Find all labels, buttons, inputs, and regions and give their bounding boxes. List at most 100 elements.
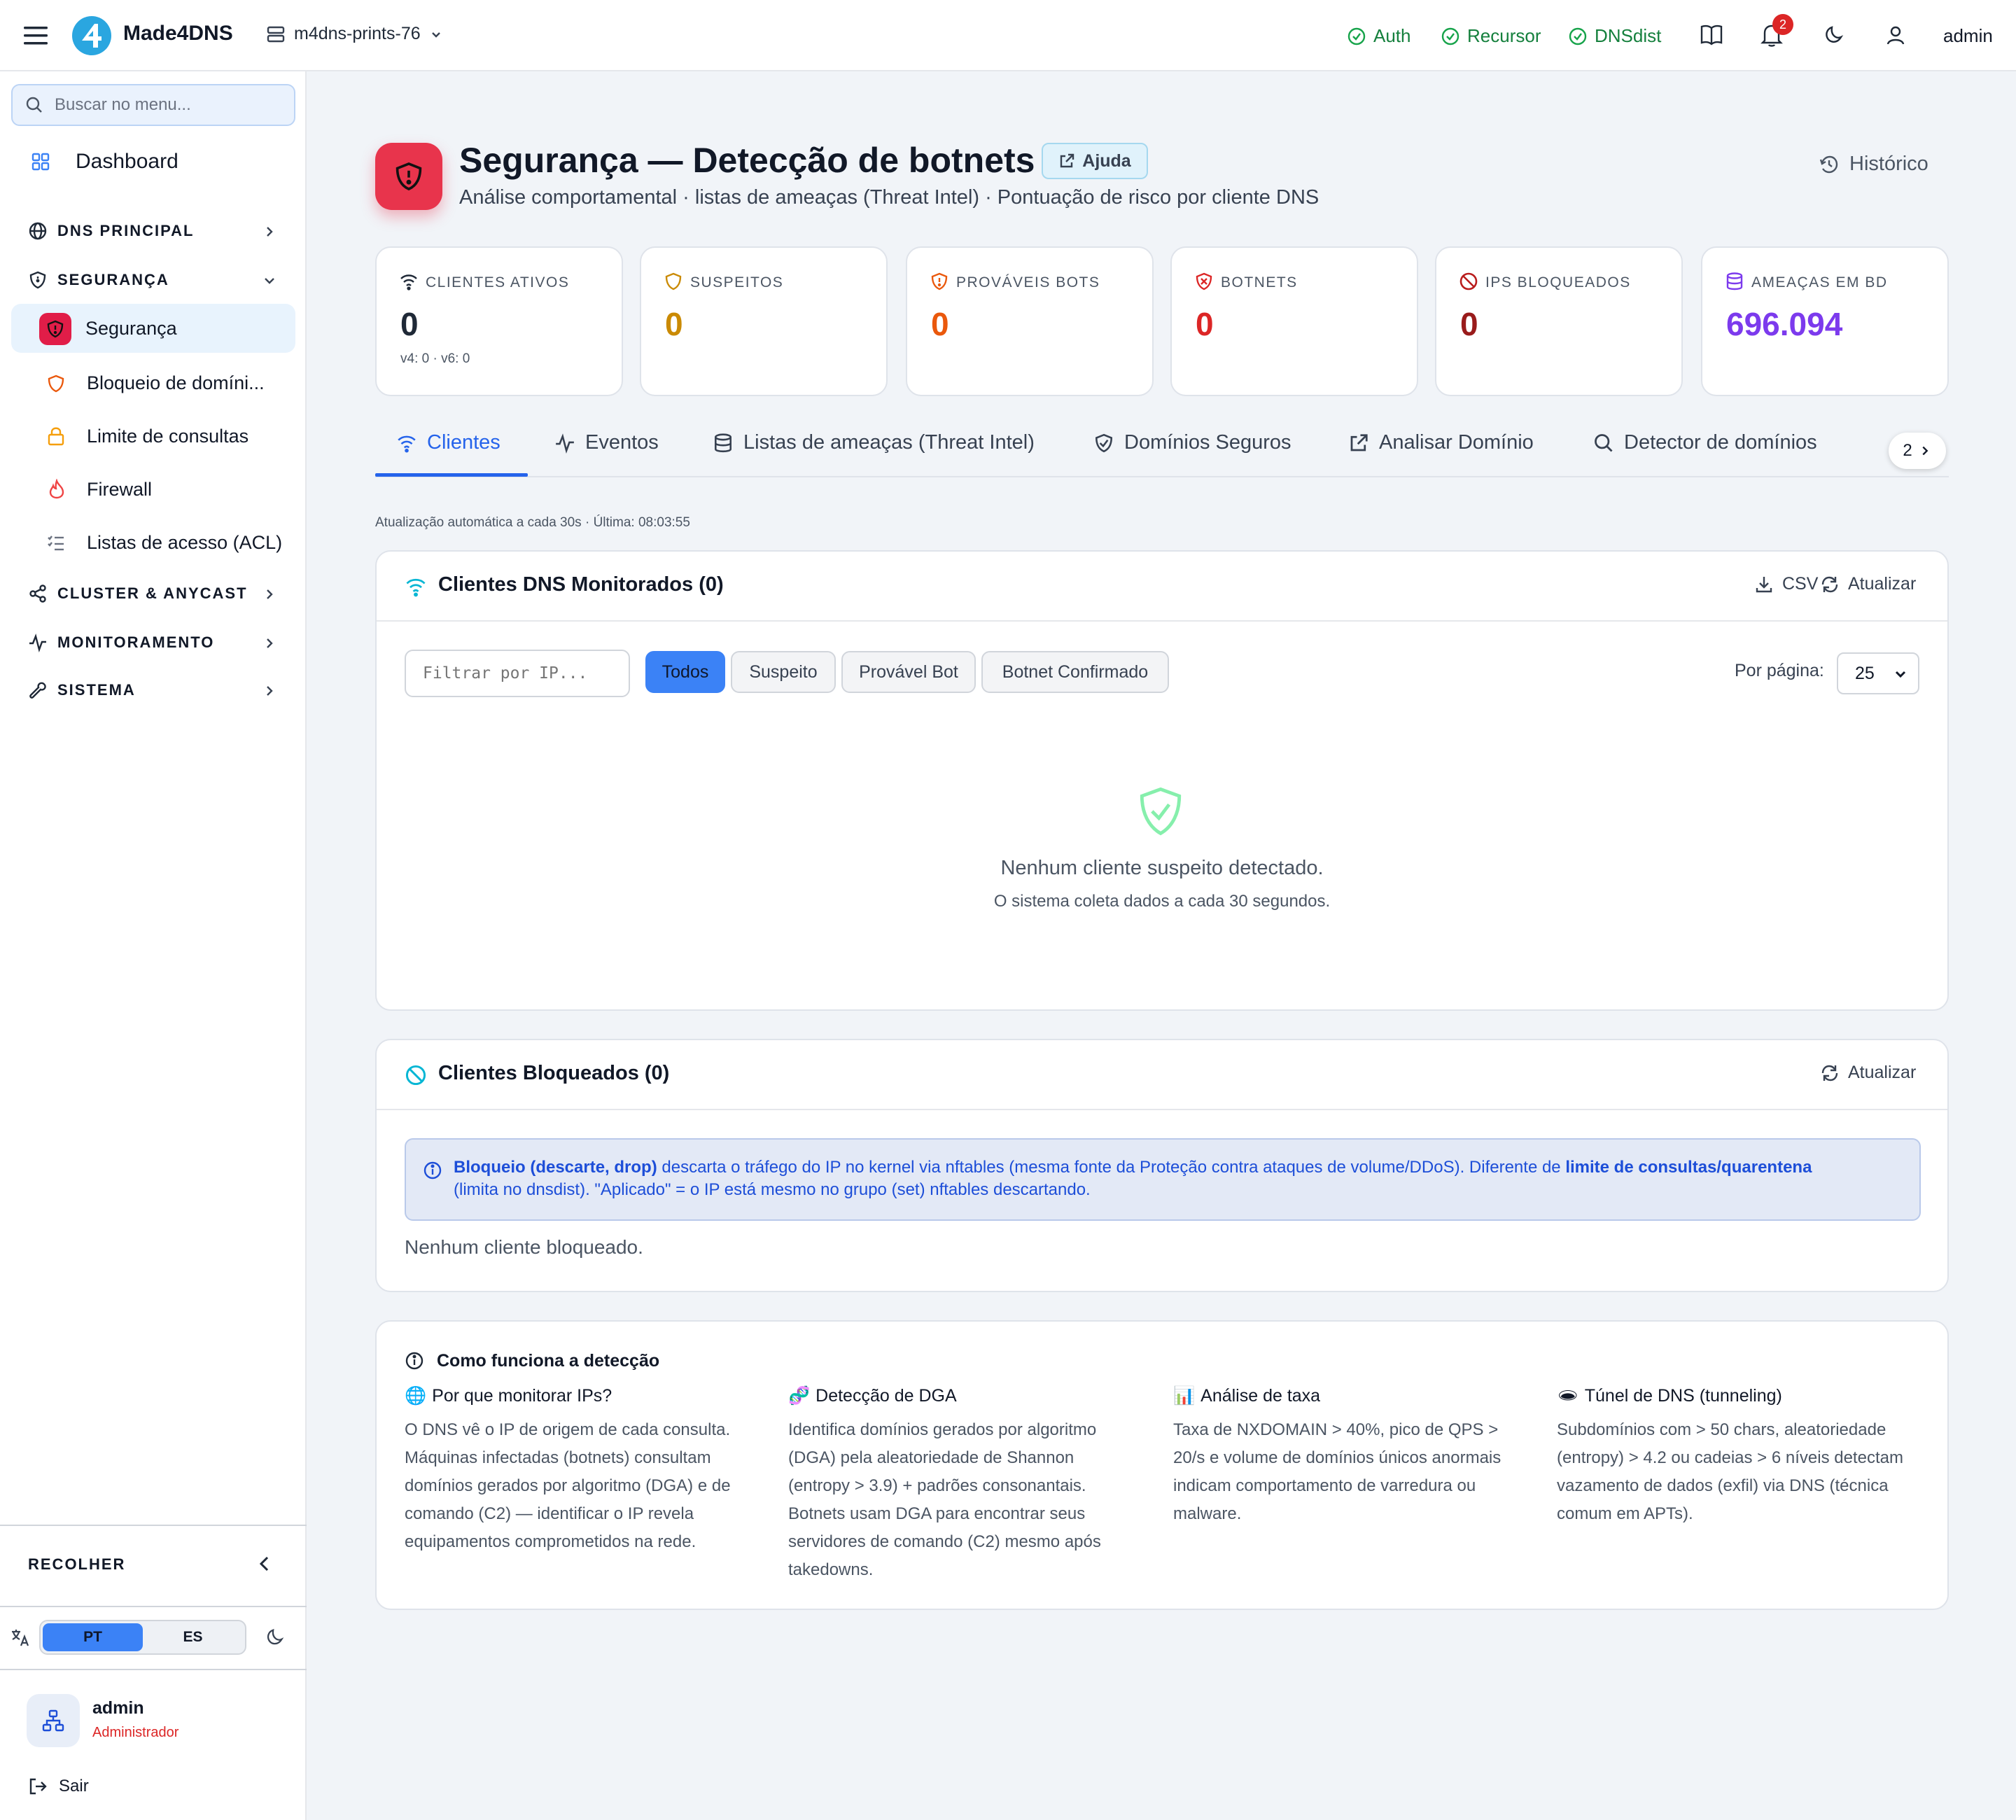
logout-button[interactable]: Sair xyxy=(28,1777,89,1796)
tabs-more-button[interactable]: 2 xyxy=(1889,433,1946,469)
refresh-icon xyxy=(1820,575,1840,594)
how-col-tunnel: 🕳 Túnel de DNS (tunneling) Subdomínios co… xyxy=(1557,1386,1907,1528)
shield-alert-icon xyxy=(393,160,425,192)
user-display-name: admin xyxy=(92,1698,144,1718)
chevron-right-icon[interactable] xyxy=(262,587,277,602)
collapse-label: RECOLHER xyxy=(28,1555,126,1573)
sidebar-item-dashboard[interactable]: Dashboard xyxy=(31,150,178,174)
filter-todos-button[interactable]: Todos xyxy=(645,651,725,693)
refresh-label: Atualizar xyxy=(1848,1063,1917,1082)
refresh-button[interactable]: Atualizar xyxy=(1820,574,1916,594)
sidebar-section-dns[interactable]: DNS PRINCIPAL xyxy=(28,221,195,241)
filter-botnet-confirmado-button[interactable]: Botnet Confirmado xyxy=(981,651,1169,693)
external-link-icon xyxy=(1348,433,1369,454)
shield-alert-icon xyxy=(39,313,71,345)
sidebar-section-seguranca[interactable]: SEGURANÇA xyxy=(28,270,169,290)
stat-label: PROVÁVEIS BOTS xyxy=(956,274,1100,290)
history-button[interactable]: Histórico xyxy=(1819,153,1928,176)
stat-label: CLIENTES ATIVOS xyxy=(426,274,570,290)
sidebar-item-bloqueio[interactable]: Bloqueio de domíni... xyxy=(11,358,295,407)
sidebar-section-sistema[interactable]: SISTEMA xyxy=(28,680,136,700)
tabs-more-count: 2 xyxy=(1903,441,1912,460)
network-icon xyxy=(41,1709,65,1732)
sidebar-section-cluster[interactable]: CLUSTER & ANYCAST xyxy=(28,584,248,603)
info-icon xyxy=(405,1351,424,1371)
activity-icon xyxy=(554,433,575,454)
how-col-taxa: 📊 Análise de taxa Taxa de NXDOMAIN > 40%,… xyxy=(1173,1386,1523,1528)
chevron-down-icon[interactable] xyxy=(262,273,277,288)
how-col-text: O DNS vê o IP de origem de cada consulta… xyxy=(405,1420,731,1551)
logout-icon xyxy=(28,1777,48,1796)
database-icon xyxy=(713,433,734,454)
hamburger-menu-icon[interactable] xyxy=(24,25,48,46)
tab-dominios-seguros[interactable]: Domínios Seguros xyxy=(1093,431,1292,454)
tabs-baseline xyxy=(375,476,1949,477)
chevron-right-icon[interactable] xyxy=(262,224,277,239)
moon-icon[interactable] xyxy=(265,1627,286,1648)
sidebar-item-limite[interactable]: Limite de consultas xyxy=(11,412,295,461)
filter-provavel-bot-button[interactable]: Provável Bot xyxy=(841,651,976,693)
page-icon xyxy=(375,143,442,210)
refresh-icon xyxy=(1820,1063,1840,1083)
book-icon[interactable] xyxy=(1700,24,1723,46)
tab-clientes[interactable]: Clientes xyxy=(396,431,500,454)
moon-icon[interactable] xyxy=(1823,24,1845,46)
stat-value: 0 xyxy=(931,306,949,342)
per-page-select[interactable]: 25 xyxy=(1837,652,1919,694)
stat-card-suspeitos: SUSPEITOS 0 xyxy=(640,246,888,396)
sidebar-item-seguranca[interactable]: Segurança xyxy=(11,304,295,353)
sidebar-item-firewall[interactable]: Firewall xyxy=(11,465,295,514)
filter-suspeito-button[interactable]: Suspeito xyxy=(731,651,836,693)
chevron-right-icon[interactable] xyxy=(262,683,277,699)
hole-emoji-icon: 🕳 xyxy=(1557,1386,1579,1406)
stat-label: BOTNETS xyxy=(1221,274,1298,290)
tab-threat-intel[interactable]: Listas de ameaças (Threat Intel) xyxy=(713,431,1035,454)
status-dnsdist[interactable]: DNSdist xyxy=(1568,25,1661,47)
tab-label: Domínios Seguros xyxy=(1124,431,1292,454)
card-title: Clientes DNS Monitorados (0) xyxy=(438,573,724,596)
download-icon xyxy=(1754,575,1774,594)
refresh-label: Atualizar xyxy=(1848,574,1917,594)
history-icon xyxy=(1819,154,1840,175)
tab-detector-dominios[interactable]: Detector de domínios xyxy=(1593,431,1817,454)
divider xyxy=(0,1606,307,1607)
refresh-button[interactable]: Atualizar xyxy=(1820,1063,1916,1083)
brand-logo[interactable] xyxy=(71,15,112,56)
how-col-ips: 🌐 Por que monitorar IPs? O DNS vê o IP de… xyxy=(405,1386,755,1556)
divider xyxy=(0,1669,307,1670)
search-icon xyxy=(1593,433,1614,454)
user-icon[interactable] xyxy=(1884,24,1907,46)
chevron-down-icon xyxy=(429,27,443,41)
sidebar-item-acl[interactable]: Listas de acesso (ACL) xyxy=(11,518,295,567)
lang-es-button[interactable]: ES xyxy=(143,1623,243,1651)
stat-card-botnets: BOTNETS 0 xyxy=(1170,246,1418,396)
chevron-right-icon xyxy=(1918,444,1932,458)
avatar xyxy=(27,1694,80,1747)
chevron-right-icon[interactable] xyxy=(262,636,277,651)
tab-analisar-dominio[interactable]: Analisar Domínio xyxy=(1348,431,1534,454)
share-nodes-icon xyxy=(28,584,48,603)
server-selector[interactable]: m4dns-prints-76 xyxy=(266,24,443,44)
stat-value: 0 xyxy=(1460,306,1478,342)
lang-pt-button[interactable]: PT xyxy=(43,1623,143,1651)
collapse-sidebar-button[interactable]: RECOLHER xyxy=(0,1526,307,1606)
menu-search-input[interactable]: Buscar no menu... xyxy=(11,84,295,126)
user-name[interactable]: admin xyxy=(1943,25,1993,47)
user-role: Administrador xyxy=(92,1725,179,1740)
help-button[interactable]: Ajuda xyxy=(1042,143,1148,179)
how-col-title: Detecção de DGA xyxy=(816,1386,957,1406)
how-col-text: Identifica domínios gerados por algoritm… xyxy=(788,1420,1101,1579)
globe-emoji-icon: 🌐 xyxy=(405,1386,427,1406)
sidebar-section-monitoramento[interactable]: MONITORAMENTO xyxy=(28,633,214,652)
ip-filter-input[interactable] xyxy=(405,650,630,697)
status-recursor[interactable]: Recursor xyxy=(1441,25,1541,47)
check-circle-icon xyxy=(1568,27,1588,46)
csv-button[interactable]: CSV xyxy=(1754,574,1818,594)
card-title: Clientes Bloqueados (0) xyxy=(438,1062,670,1084)
status-auth[interactable]: Auth xyxy=(1347,25,1411,47)
tab-eventos[interactable]: Eventos xyxy=(554,431,659,454)
shield-alert-icon xyxy=(930,272,949,291)
sidebar-item-label: Limite de consultas xyxy=(87,425,249,447)
info-alert: Bloqueio (descarte, drop) descarta o trá… xyxy=(405,1138,1921,1221)
stat-value: 0 xyxy=(400,306,419,342)
